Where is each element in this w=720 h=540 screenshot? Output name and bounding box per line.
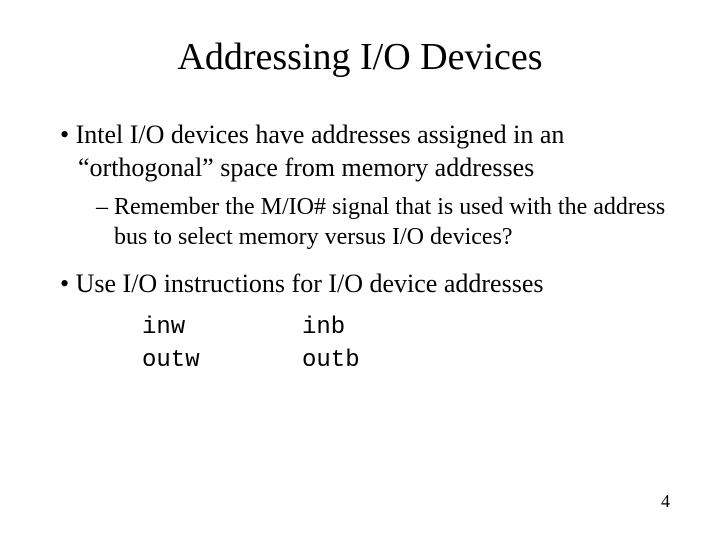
code-row: inw inb xyxy=(142,311,670,345)
slide-title: Addressing I/O Devices xyxy=(50,35,670,79)
bullet-item: Use I/O instructions for I/O device addr… xyxy=(50,268,670,301)
page-number: 4 xyxy=(661,491,670,512)
bullet-item: Intel I/O devices have addresses assigne… xyxy=(50,119,670,184)
code-cell: outb xyxy=(302,344,360,378)
bullet-list: Intel I/O devices have addresses assigne… xyxy=(50,119,670,301)
code-cell: inw xyxy=(142,311,302,345)
code-cell: outw xyxy=(142,344,302,378)
sub-bullet-item: Remember the M/IO# signal that is used w… xyxy=(50,192,670,252)
code-cell: inb xyxy=(302,311,345,345)
code-row: outw outb xyxy=(142,344,670,378)
code-block: inw inb outw outb xyxy=(142,311,670,378)
